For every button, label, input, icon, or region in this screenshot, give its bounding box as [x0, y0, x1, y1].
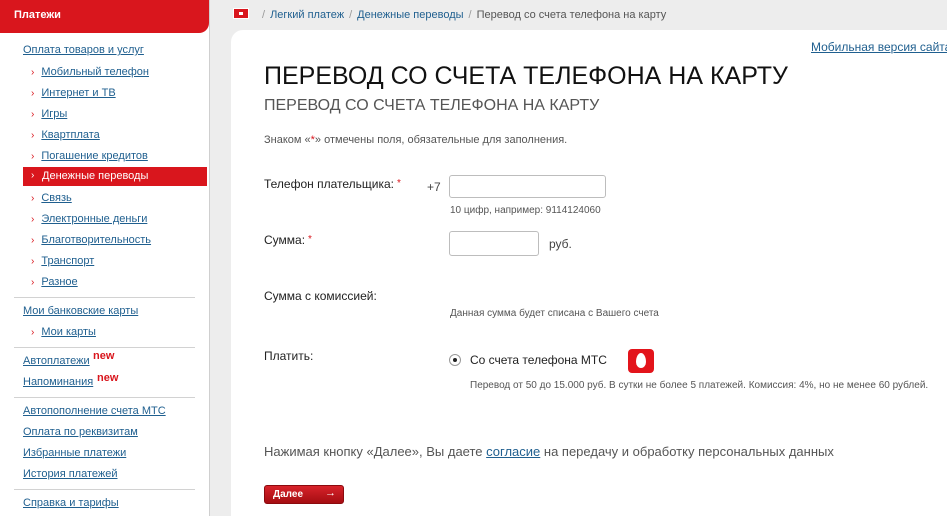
divider [14, 489, 195, 490]
divider [14, 297, 195, 298]
divider [14, 347, 195, 348]
sidebar-item-utilities[interactable]: › Квартплата [31, 129, 100, 141]
sidebar-item-communication[interactable]: › Связь [31, 192, 72, 204]
chevron-right-icon: › [31, 109, 35, 120]
sidebar-item-bank-cards[interactable]: Мои банковские карты [23, 305, 138, 317]
chevron-right-icon: › [31, 193, 35, 204]
sidebar-item-autofill[interactable]: Автопополнение счета МТС [23, 405, 166, 417]
page-title: ПЕРЕВОД СО СЧЕТА ТЕЛЕФОНА НА КАРТУ [264, 62, 788, 90]
amount-input[interactable] [449, 231, 539, 256]
sidebar-item-favorites[interactable]: Избранные платежи [23, 447, 126, 459]
breadcrumb: / Легкий платеж / Денежные переводы / Перевод… [233, 8, 666, 21]
new-badge: new [97, 372, 119, 384]
mobile-version-link[interactable]: Мобильная версия сайта [811, 40, 947, 54]
breadcrumb-easy-pay[interactable]: Легкий платеж [270, 9, 344, 21]
pay-from-phone-radio[interactable] [449, 354, 461, 366]
divider [14, 397, 195, 398]
mts-egg-icon [628, 349, 654, 373]
phone-label: Телефон плательщика: * [264, 177, 401, 191]
sidebar-item-loans[interactable]: › Погашение кредитов [31, 150, 148, 162]
amount-unit: руб. [549, 237, 572, 251]
breadcrumb-current: Перевод со счета телефона на карту [476, 9, 667, 21]
chevron-right-icon: › [31, 151, 35, 162]
sidebar-item-games[interactable]: › Игры [31, 108, 67, 120]
pay-label: Платить: [264, 349, 314, 363]
pay-option-label: Со счета телефона МТС [470, 353, 607, 367]
consent-link[interactable]: согласие [486, 444, 540, 459]
phone-input[interactable] [449, 175, 606, 198]
new-badge: new [93, 350, 115, 362]
chevron-right-icon: › [31, 130, 35, 141]
consent-text: Нажимая кнопку «Далее», Вы даете согласи… [264, 444, 834, 459]
chevron-right-icon: › [31, 327, 35, 338]
phone-hint: 10 цифр, например: 9114124060 [450, 205, 601, 216]
commission-hint: Данная сумма будет списана с Вашего счет… [450, 308, 659, 319]
commission-label: Сумма с комиссией: [264, 289, 377, 303]
arrow-right-icon: → [325, 487, 336, 499]
breadcrumb-money-transfers[interactable]: Денежные переводы [357, 9, 463, 21]
sidebar-header-label: Платежи [14, 9, 61, 21]
chevron-right-icon: › [31, 235, 35, 246]
sidebar-item-charity[interactable]: › Благотворительность [31, 234, 151, 246]
page-subtitle: ПЕРЕВОД СО СЧЕТА ТЕЛЕФОНА НА КАРТУ [264, 97, 600, 114]
sidebar-item-mobile[interactable]: › Мобильный телефон [31, 66, 149, 78]
sidebar-item-misc[interactable]: › Разное [31, 276, 78, 288]
required-note: Знаком «*» отмечены поля, обязательные д… [264, 134, 568, 146]
chevron-right-icon: › [31, 170, 35, 181]
sidebar-item-e-money[interactable]: › Электронные деньги [31, 213, 147, 225]
pay-option-description: Перевод от 50 до 15.000 руб. В сутки не … [470, 380, 929, 391]
sidebar-item-autopay[interactable]: Автоплатежи [23, 355, 90, 367]
sidebar-item-goods-payment[interactable]: Оплата товаров и услуг [23, 44, 144, 56]
sidebar-item-reminders[interactable]: Напоминания [23, 376, 93, 388]
phone-prefix: +7 [427, 180, 441, 194]
amount-label: Сумма: * [264, 233, 312, 247]
sidebar-item-my-cards[interactable]: › Мои карты [31, 326, 96, 338]
chevron-right-icon: › [31, 277, 35, 288]
chevron-right-icon: › [31, 67, 35, 78]
sidebar-item-requisites[interactable]: Оплата по реквизитам [23, 426, 138, 438]
sidebar-item-history[interactable]: История платежей [23, 468, 118, 480]
next-button[interactable]: Далее → [264, 485, 344, 504]
flag-icon [233, 8, 249, 19]
chevron-right-icon: › [31, 256, 35, 267]
sidebar-item-transport[interactable]: › Транспорт [31, 255, 94, 267]
sidebar-item-help[interactable]: Справка и тарифы [23, 497, 119, 509]
sidebar-item-money-transfers[interactable]: › Денежные переводы [23, 167, 207, 186]
sidebar-header: Платежи [0, 0, 209, 33]
chevron-right-icon: › [31, 214, 35, 225]
sidebar-item-internet-tv[interactable]: › Интернет и ТВ [31, 87, 116, 99]
chevron-right-icon: › [31, 88, 35, 99]
sidebar: Платежи Оплата товаров и услуг › Мобильны… [0, 0, 210, 516]
